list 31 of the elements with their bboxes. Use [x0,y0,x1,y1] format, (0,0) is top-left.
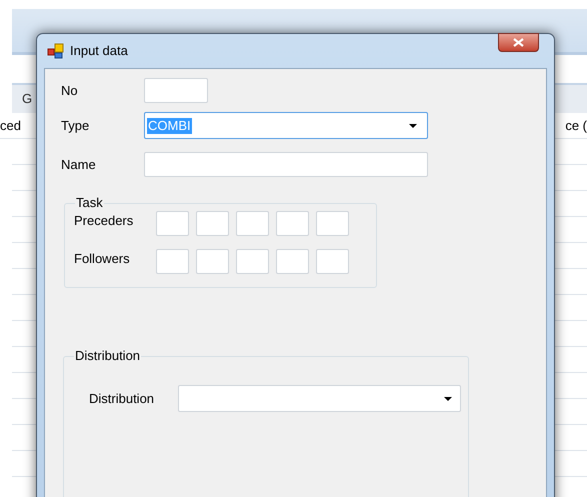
number-field[interactable] [316,249,349,274]
caret-icon [409,124,417,128]
row-label: Followers [74,250,131,268]
field-label: Type [61,116,90,135]
row-label: Preceders [74,212,134,230]
field-label: No [61,82,79,100]
text-field[interactable] [144,152,428,177]
app-icon [47,43,64,59]
column-header: G [22,90,32,108]
caret-icon [444,396,452,400]
group-title: Distribution [74,349,142,363]
number-field[interactable] [236,211,269,236]
number-field[interactable] [196,211,229,236]
window-title: Input data [70,42,128,60]
text-field[interactable] [144,78,208,103]
number-field[interactable] [156,249,189,274]
number-field[interactable] [236,249,269,274]
column-header: ce ( [565,116,587,135]
number-field[interactable] [316,211,349,236]
close-icon [513,38,524,47]
column-header: ced [0,116,21,135]
number-field[interactable] [276,211,309,236]
close-button[interactable] [498,33,539,52]
type-dropdown[interactable]: COMBI [144,112,428,139]
distribution-dropdown[interactable] [178,385,461,412]
number-field[interactable] [276,249,309,274]
field-label: Name [61,156,97,174]
number-field[interactable] [156,211,189,236]
number-field[interactable] [196,249,229,274]
field-label: Distribution [89,390,156,408]
group-title: Task [75,196,104,210]
